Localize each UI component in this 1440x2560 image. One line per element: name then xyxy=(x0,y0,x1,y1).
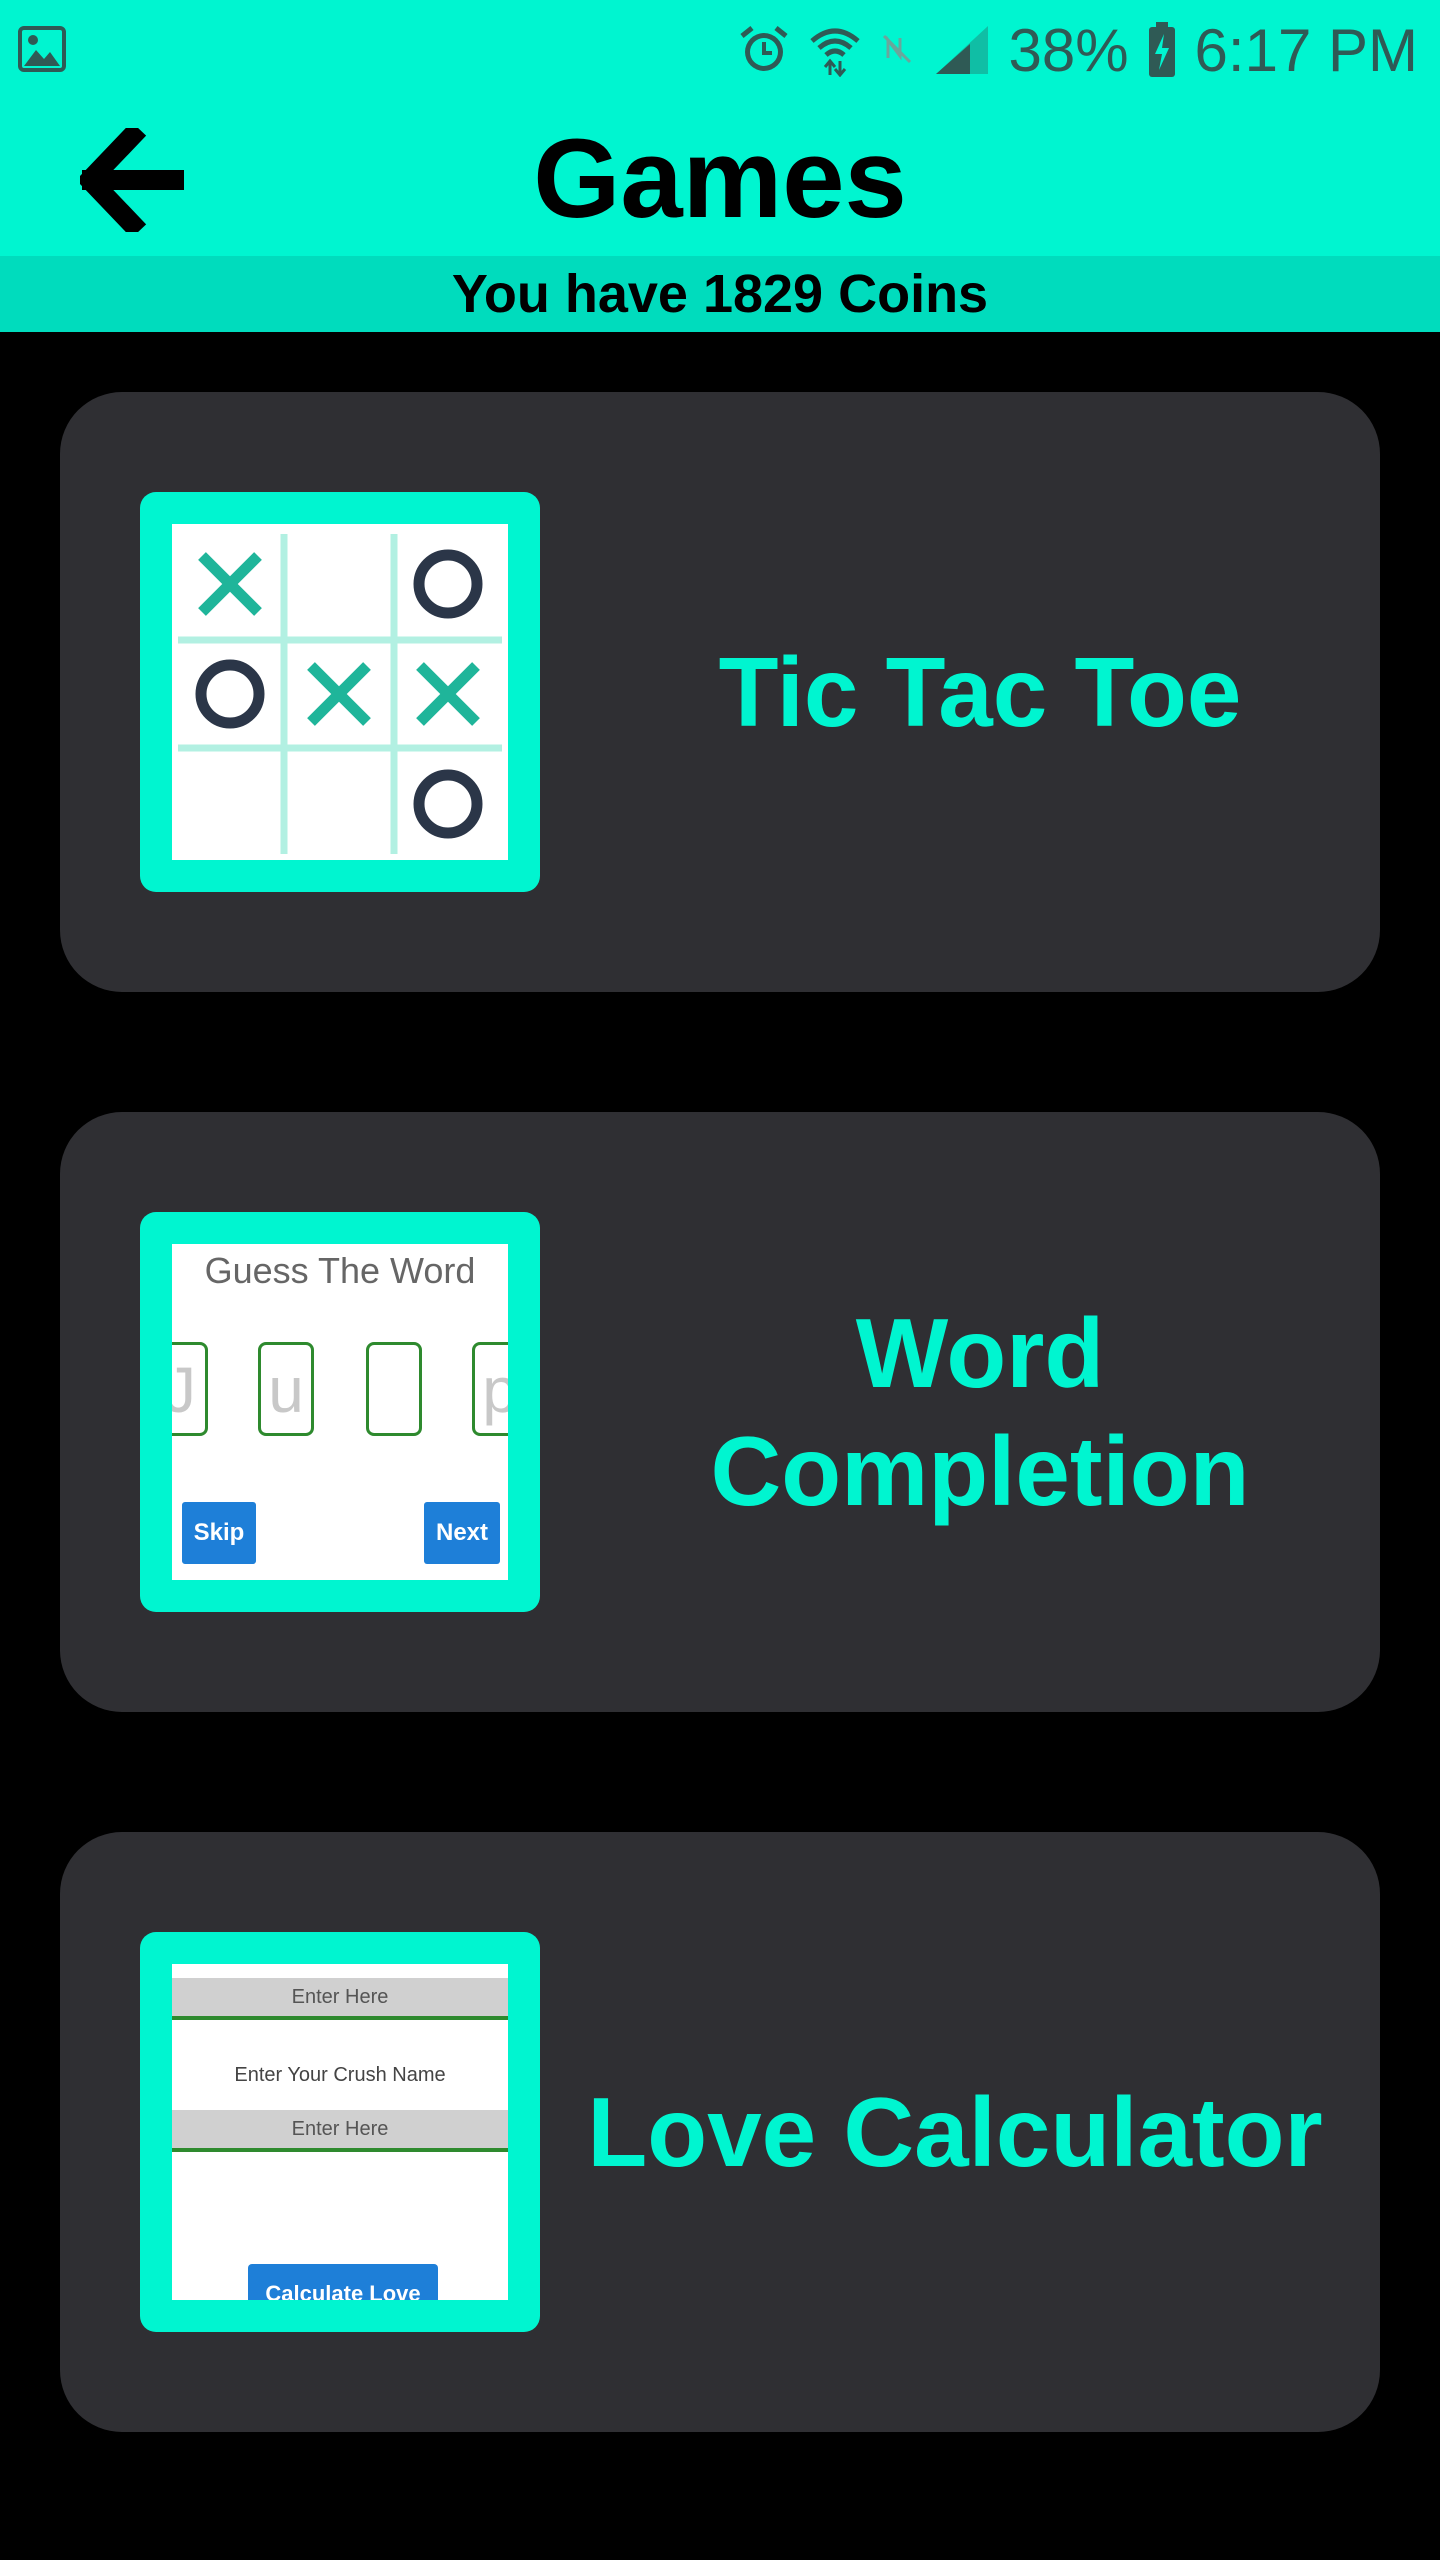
game-title: Love Calculator xyxy=(587,2077,1323,2187)
battery-percent: 38% xyxy=(1008,16,1129,84)
o-mark xyxy=(413,549,483,619)
gallery-icon xyxy=(18,26,66,77)
page-title: Games xyxy=(533,115,907,241)
clock: 6:17 PM xyxy=(1194,16,1418,84)
status-bar: 38% 6:17 PM xyxy=(0,0,1440,100)
thumbnail-next-button: Next xyxy=(424,1502,500,1564)
o-mark xyxy=(195,659,265,729)
battery-charging-icon xyxy=(1147,22,1177,78)
love-calculator-thumbnail: Enter Here Enter Your Crush Name Enter H… xyxy=(172,1964,508,2300)
tic-tac-toe-board xyxy=(178,534,502,854)
wifi-icon xyxy=(808,23,862,77)
nfc-icon xyxy=(880,32,916,68)
x-mark xyxy=(198,552,262,616)
signal-icon xyxy=(934,24,990,76)
back-button[interactable] xyxy=(72,122,192,238)
alarm-icon xyxy=(738,24,790,76)
letter-box xyxy=(366,1342,422,1436)
game-card-tic-tac-toe[interactable]: Tic Tac Toe xyxy=(60,392,1380,992)
app-bar: Games xyxy=(0,100,1440,256)
thumbnail-crush-label: Enter Your Crush Name xyxy=(234,2064,446,2086)
x-mark xyxy=(307,662,371,726)
game-thumbnail-frame: Guess The Word J u p Skip Next xyxy=(140,1212,540,1612)
game-thumbnail-frame xyxy=(140,492,540,892)
game-title-line: Completion xyxy=(710,1416,1250,1526)
word-completion-thumbnail: Guess The Word J u p Skip Next xyxy=(172,1244,508,1580)
thumbnail-skip-button: Skip xyxy=(182,1502,256,1564)
o-mark xyxy=(413,769,483,839)
game-card-love-calculator[interactable]: Enter Here Enter Your Crush Name Enter H… xyxy=(60,1832,1380,2432)
tic-tac-toe-thumbnail xyxy=(172,524,508,860)
thumbnail-title: Guess The Word xyxy=(204,1250,476,1291)
game-thumbnail-frame: Enter Here Enter Your Crush Name Enter H… xyxy=(140,1932,540,2332)
game-card-word-completion[interactable]: Guess The Word J u p Skip Next Word Comp… xyxy=(60,1112,1380,1712)
game-title: Tic Tac Toe xyxy=(718,637,1242,747)
thumbnail-input: Enter Here xyxy=(172,2110,508,2152)
coins-balance: You have 1829 Coins xyxy=(0,256,1440,332)
thumbnail-input: Enter Here xyxy=(172,1978,508,2020)
letter-box: u xyxy=(258,1342,314,1436)
x-mark xyxy=(416,662,480,726)
letter-box: J xyxy=(172,1342,208,1436)
game-title-line: Word xyxy=(855,1298,1105,1408)
letter-box: p xyxy=(472,1342,508,1436)
thumbnail-calculate-button: Calculate Love xyxy=(248,2264,438,2300)
game-title: Word Completion xyxy=(570,1112,1390,1712)
arrow-left-icon xyxy=(80,128,184,232)
